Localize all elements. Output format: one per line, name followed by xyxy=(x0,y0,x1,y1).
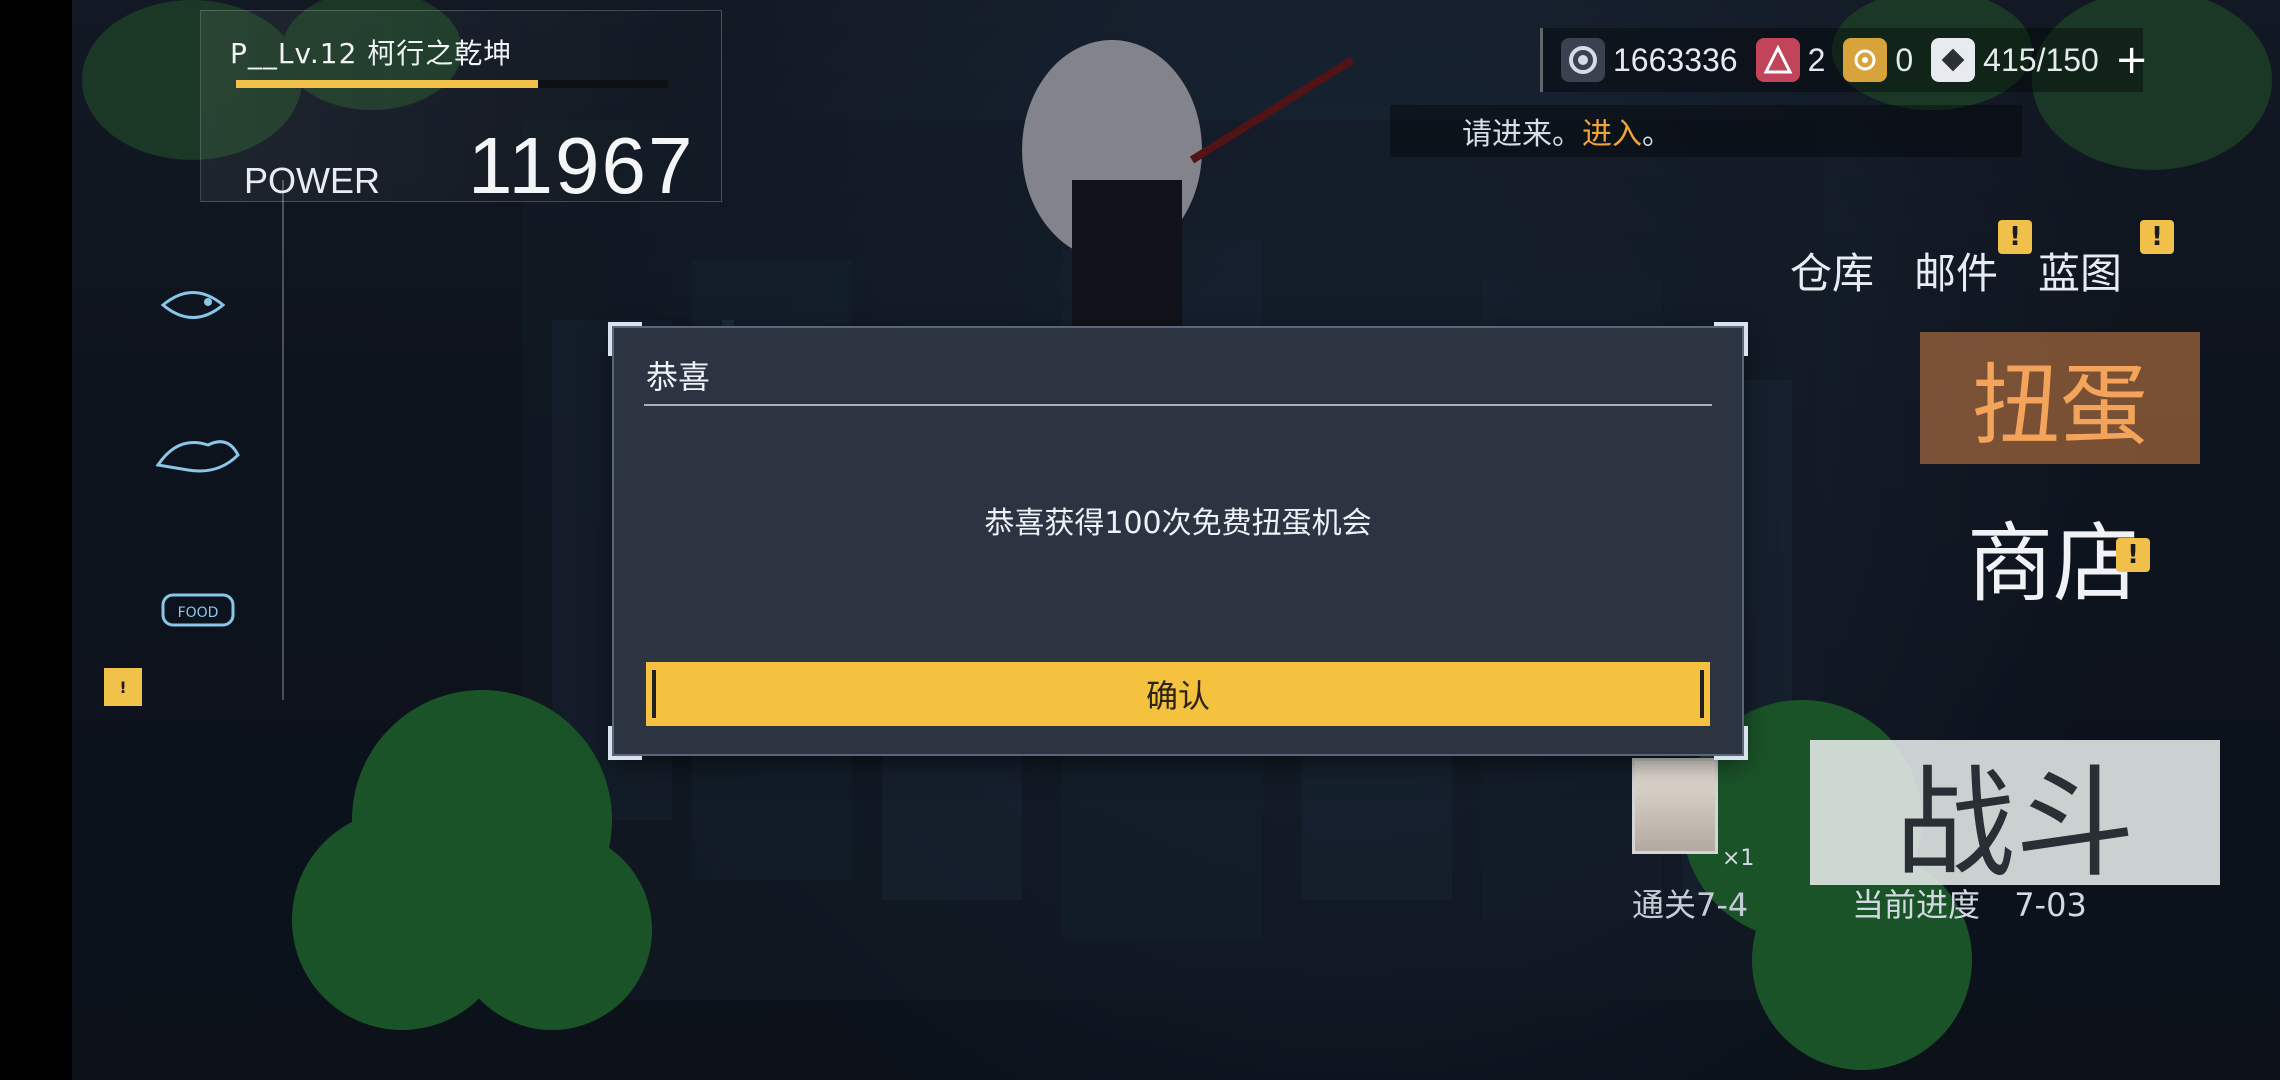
progress-label-text: 当前进度 xyxy=(1852,886,1981,924)
mail-badge: ! xyxy=(1998,220,2033,254)
congrats-modal: 恭喜 恭喜获得100次免费扭蛋机会 确认 xyxy=(608,322,1748,760)
food-icon[interactable]: FOOD xyxy=(138,560,258,650)
currency-item-red[interactable]: 2 xyxy=(1755,38,1826,82)
confirm-label: 确认 xyxy=(1145,677,1210,715)
shop-badge: ! xyxy=(2116,538,2150,572)
menu-blueprint[interactable]: 蓝图 ! xyxy=(2038,220,2175,301)
left-menu-panel: FOOD xyxy=(72,180,284,700)
gear-currency-icon xyxy=(1561,38,1605,82)
menu-mail-label: 邮件 xyxy=(1914,249,1999,298)
currency-item-gear[interactable]: 1663336 xyxy=(1561,38,1738,82)
confirm-edge-left xyxy=(652,670,656,718)
progress-label: 当前进度 7-03 xyxy=(1852,880,2087,926)
red-currency-value: 2 xyxy=(1807,41,1826,78)
menu-mail[interactable]: 邮件 ! xyxy=(1914,220,2033,301)
notice-enter-link[interactable]: 进入 xyxy=(1582,109,1642,153)
battle-button[interactable]: 战斗 xyxy=(1810,740,2220,894)
gear-currency-value: 1663336 xyxy=(1613,41,1738,78)
currency-item-stamina[interactable]: 415/150 xyxy=(1931,38,2099,82)
modal-message: 恭喜获得100次免费扭蛋机会 xyxy=(984,506,1372,541)
power-value: 11967 xyxy=(468,121,695,210)
red-triangle-icon xyxy=(1755,38,1800,82)
menu-warehouse[interactable]: 仓库 xyxy=(1790,240,1874,301)
avatar xyxy=(1632,758,1718,854)
notice-trail: 。 xyxy=(1642,117,1672,152)
right-menu-row: 仓库 邮件 ! 蓝图 ! xyxy=(1790,220,2175,301)
currency-item-yellow[interactable]: 0 xyxy=(1843,38,1913,82)
confirm-button[interactable]: 确认 xyxy=(646,662,1710,726)
yellow-currency-value: 0 xyxy=(1895,41,1914,78)
stamina-icon xyxy=(1931,38,1976,82)
fish-icon[interactable] xyxy=(138,260,258,350)
currency-bar: 1663336 2 0 415/150 + xyxy=(1540,28,2148,92)
gacha-button[interactable]: 扭蛋 xyxy=(1920,332,2200,464)
add-stamina-button[interactable]: + xyxy=(2115,37,2149,83)
stamina-value: 415/150 xyxy=(1983,41,2099,78)
svg-text:FOOD: FOOD xyxy=(178,605,219,621)
modal-corner-br xyxy=(1714,726,1748,760)
progress-value: 7-03 xyxy=(2014,886,2087,924)
modal-title: 恭喜 xyxy=(646,358,711,396)
player-name: P__Lv.12 柯行之乾坤 xyxy=(230,37,513,70)
power-label: POWER xyxy=(244,160,381,201)
left-warning-badge: ! xyxy=(104,668,142,706)
avatar-count: ×1 xyxy=(1722,846,1755,871)
confirm-edge-right xyxy=(1700,670,1704,718)
clear-stage-label: 通关7-4 xyxy=(1632,886,1749,924)
blueprint-badge: ! xyxy=(2140,220,2175,254)
yellow-cog-icon xyxy=(1843,38,1888,82)
modal-divider xyxy=(644,404,1712,406)
menu-blueprint-label: 蓝图 xyxy=(2038,249,2123,298)
notice-bar: 请进来。 进入 。 xyxy=(1390,105,2022,157)
modal-corner-tr xyxy=(1714,322,1748,356)
exp-bar-fill xyxy=(236,80,539,88)
notice-text: 请进来。 xyxy=(1462,117,1582,152)
exp-bar xyxy=(236,80,668,88)
modal-corner-bl xyxy=(608,726,642,760)
player-card: P__Lv.12 柯行之乾坤 POWER 11967 xyxy=(200,10,722,210)
left-black-bar xyxy=(0,0,72,1080)
dog-icon[interactable] xyxy=(138,410,258,500)
modal-corner-tl xyxy=(608,322,642,356)
